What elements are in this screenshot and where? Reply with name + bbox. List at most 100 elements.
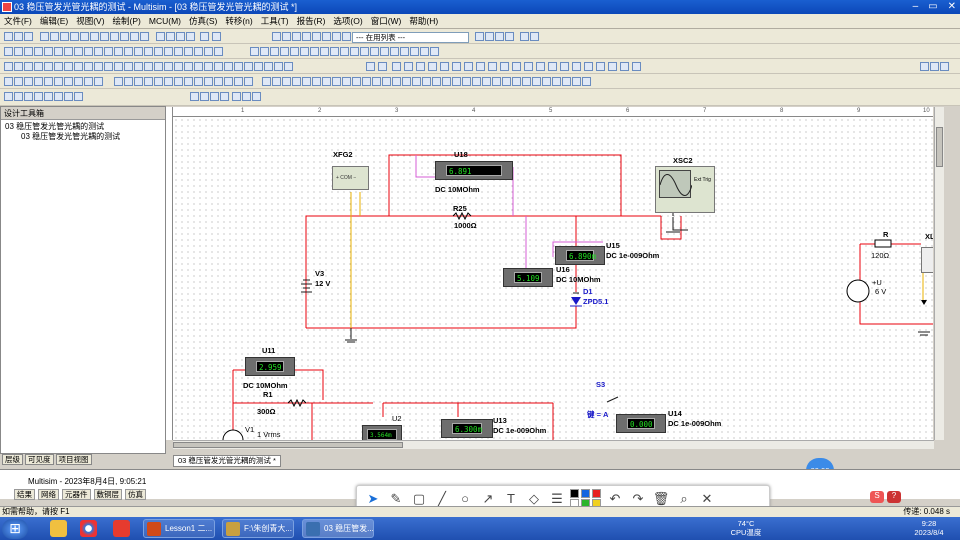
toolbar-button-icon[interactable]	[370, 47, 379, 56]
zener-diode[interactable]	[571, 297, 581, 305]
toolbar-button-icon[interactable]	[492, 77, 501, 86]
toolbar-button-icon[interactable]	[505, 32, 514, 41]
toolbar-button-icon[interactable]	[40, 32, 49, 41]
toolbar-button-icon[interactable]	[134, 77, 143, 86]
toolbar-button-icon[interactable]	[302, 77, 311, 86]
toolbar-button-icon[interactable]	[184, 62, 193, 71]
ac-source-v1[interactable]	[222, 429, 244, 440]
toolbar-button-icon[interactable]	[350, 47, 359, 56]
schematic-canvas[interactable]: + COM − XFG2 6.891 U18 DC 10MOhm R25 100…	[173, 117, 933, 440]
toolbar-button-icon[interactable]	[74, 47, 83, 56]
toolbar-button-icon[interactable]	[274, 62, 283, 71]
toolbar-button-icon[interactable]	[174, 47, 183, 56]
toolbar-button-icon[interactable]	[94, 47, 103, 56]
maximize-button[interactable]: ▭	[928, 0, 937, 14]
toolbar-button-icon[interactable]	[4, 92, 13, 101]
toolbar-button-icon[interactable]	[144, 62, 153, 71]
toolbar-button-icon[interactable]	[120, 32, 129, 41]
toolbar-button-icon[interactable]	[14, 32, 23, 41]
toolbar-button-icon[interactable]	[432, 77, 441, 86]
toolbar-button-icon[interactable]	[378, 62, 387, 71]
toolbar-button-icon[interactable]	[400, 47, 409, 56]
close-button[interactable]: ✕	[948, 0, 956, 14]
toolbar-button-icon[interactable]	[154, 47, 163, 56]
toolbar-button-icon[interactable]	[156, 32, 165, 41]
toolbar-button-icon[interactable]	[392, 77, 401, 86]
inuse-list-combo[interactable]: --- 在用列表 ---	[352, 32, 469, 43]
toolbar-button-icon[interactable]	[34, 77, 43, 86]
toolbar-button-icon[interactable]	[292, 77, 301, 86]
toolbar-button-icon[interactable]	[84, 77, 93, 86]
toolbar-button-icon[interactable]	[232, 92, 241, 101]
toolbar-button-icon[interactable]	[254, 62, 263, 71]
toolbar-button-icon[interactable]	[130, 32, 139, 41]
resistor-r[interactable]	[874, 239, 892, 248]
toolbar-button-icon[interactable]	[100, 32, 109, 41]
help-badge-icon[interactable]: ?	[887, 491, 901, 503]
menu-view[interactable]: 视图(V)	[76, 15, 104, 27]
toolbar-button-icon[interactable]	[224, 77, 233, 86]
toolbar-button-icon[interactable]	[74, 62, 83, 71]
toolbar-button-icon[interactable]	[114, 47, 123, 56]
toolbar-button-icon[interactable]	[340, 47, 349, 56]
tree-root[interactable]: 03 稳压管发光管光耦的测试	[5, 122, 161, 132]
toolbar-button-icon[interactable]	[342, 77, 351, 86]
start-button[interactable]: ⊞	[2, 519, 28, 539]
toolbar-button-icon[interactable]	[54, 77, 63, 86]
toolbar-button-icon[interactable]	[220, 92, 229, 101]
toolbar-button-icon[interactable]	[64, 47, 73, 56]
toolbar-button-icon[interactable]	[4, 62, 13, 71]
toolbar-button-icon[interactable]	[124, 62, 133, 71]
toolbar-button-icon[interactable]	[44, 47, 53, 56]
toolbar-button-icon[interactable]	[292, 32, 301, 41]
toolbar-button-icon[interactable]	[420, 47, 429, 56]
toolbar-button-icon[interactable]	[184, 47, 193, 56]
toolbar-button-icon[interactable]	[360, 47, 369, 56]
tab-simulation[interactable]: 仿真	[125, 489, 146, 500]
toolbar-button-icon[interactable]	[372, 77, 381, 86]
toolbar-button-icon[interactable]	[54, 62, 63, 71]
toolbar-button-icon[interactable]	[200, 92, 209, 101]
toolbar-button-icon[interactable]	[44, 62, 53, 71]
toolbar-button-icon[interactable]	[74, 77, 83, 86]
toolbar-button-icon[interactable]	[284, 62, 293, 71]
toolbar-button-icon[interactable]	[204, 62, 213, 71]
toolbar-button-icon[interactable]	[482, 77, 491, 86]
toolbar-button-icon[interactable]	[464, 62, 473, 71]
toolbar-button-icon[interactable]	[362, 77, 371, 86]
menu-transfer[interactable]: 转移(n)	[225, 15, 252, 27]
tab-visibility[interactable]: 可见度	[25, 454, 54, 465]
tab-project-view[interactable]: 项目视图	[55, 454, 92, 465]
toolbar-button-icon[interactable]	[552, 77, 561, 86]
task-multisim[interactable]: 03 稳压管发...	[302, 519, 374, 538]
toolbar-button-icon[interactable]	[302, 32, 311, 41]
toolbar-button-icon[interactable]	[14, 92, 23, 101]
toolbar-button-icon[interactable]	[520, 32, 529, 41]
toolbar-button-icon[interactable]	[366, 62, 375, 71]
toolbar-button-icon[interactable]	[34, 47, 43, 56]
toolbar-button-icon[interactable]	[194, 77, 203, 86]
toolbar-button-icon[interactable]	[560, 62, 569, 71]
toolbar-button-icon[interactable]	[562, 77, 571, 86]
task-folder[interactable]: F:\朱创青大...	[222, 519, 294, 538]
toolbar-button-icon[interactable]	[330, 47, 339, 56]
toolbar-button-icon[interactable]	[4, 32, 13, 41]
toolbar-button-icon[interactable]	[140, 32, 149, 41]
toolbar-button-icon[interactable]	[416, 62, 425, 71]
toolbar-button-icon[interactable]	[572, 62, 581, 71]
toolbar-button-icon[interactable]	[44, 77, 53, 86]
toolbar-button-icon[interactable]	[462, 77, 471, 86]
toolbar-button-icon[interactable]	[500, 62, 509, 71]
toolbar-button-icon[interactable]	[60, 32, 69, 41]
toolbar-button-icon[interactable]	[382, 77, 391, 86]
toolbar-button-icon[interactable]	[214, 62, 223, 71]
toolbar-button-icon[interactable]	[154, 77, 163, 86]
function-generator-xfg2[interactable]: + COM −	[332, 166, 369, 190]
document-tab[interactable]: 03 稳压管发光管光耦的测试 *	[173, 455, 281, 467]
toolbar-button-icon[interactable]	[90, 32, 99, 41]
toolbar-button-icon[interactable]	[452, 62, 461, 71]
toolbar-button-icon[interactable]	[290, 47, 299, 56]
file-explorer-icon[interactable]	[50, 520, 67, 537]
toolbar-button-icon[interactable]	[502, 77, 511, 86]
toolbar-button-icon[interactable]	[488, 62, 497, 71]
